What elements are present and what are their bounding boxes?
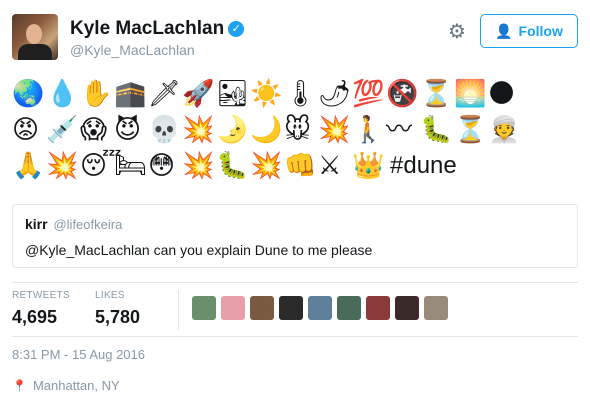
follow-button-label: Follow (518, 23, 563, 39)
likes-stat[interactable]: LIKES 5,780 (95, 290, 140, 328)
author-name-text[interactable]: Kyle MacLachlan (70, 18, 224, 39)
emoji: 🌑 (488, 79, 516, 109)
emoji: 🌙 (250, 115, 283, 145)
emoji: 🐛 (420, 115, 453, 145)
likes-label: LIKES (95, 290, 125, 301)
emoji: 💥 (318, 115, 351, 145)
liker-avatar[interactable] (221, 296, 245, 320)
emoji: 😡 (12, 115, 40, 145)
emoji: 😱 (80, 115, 108, 145)
quoted-tweet-text: @Kyle_MacLachlan can you explain Dune to… (25, 242, 373, 258)
tweet-location[interactable]: 📍 Manhattan, NY (12, 378, 120, 393)
emoji: 👊 (284, 151, 317, 181)
quoted-tweet-user: kirr @lifeofkeira (25, 216, 565, 232)
quoted-tweet-handle: @lifeofkeira (53, 217, 123, 232)
author-name[interactable]: Kyle MacLachlan ✓ (70, 18, 245, 40)
hashtag-link[interactable]: #dune (390, 152, 457, 180)
emoji: 🐭 (284, 115, 312, 145)
emoji: 💯 (352, 79, 385, 109)
emoji: 😳 (148, 151, 176, 181)
emoji: 💉 (46, 115, 79, 145)
gear-icon[interactable]: ⚙ (446, 21, 468, 43)
tweet-text: 🌏 💧 ✋ 🕋 🗡 🚀 🏜 ☀️ 🌡 🌶 💯 🚱 ⏳ 🌅 🌑 😡 💉 😱 😈 💀 💥 🌛 🌙 🐭 💥 🚶 〰 🐛 ⏳ 👳 🙏 💥 😴 🛏 😳 💥 🐛 💥 👊… (12, 76, 582, 184)
emoji: 😈 (114, 115, 142, 145)
follow-button[interactable]: 👤 Follow (480, 14, 578, 48)
stats-divider (178, 290, 179, 330)
emoji: 👑 (352, 151, 385, 181)
divider (12, 282, 578, 283)
emoji: 🚶 (352, 115, 385, 145)
emoji: 🐛 (216, 151, 249, 181)
emoji: ⏳ (420, 79, 453, 109)
emoji: 〰 (386, 115, 413, 145)
emoji: 🌛 (216, 115, 249, 145)
emoji: 🛏 (114, 151, 148, 181)
add-user-icon: 👤 (495, 22, 513, 39)
quoted-tweet-name: kirr (25, 216, 48, 232)
emoji: 🙏 (12, 151, 45, 181)
emoji: 🌡 (284, 79, 318, 109)
liker-avatar[interactable] (337, 296, 361, 320)
emoji: 💥 (46, 151, 79, 181)
emoji-line: 🙏 💥 😴 🛏 😳 💥 🐛 💥 👊 ⚔ 👑 #dune (12, 148, 582, 184)
liker-avatar[interactable] (192, 296, 216, 320)
emoji: ✋ (80, 79, 113, 109)
emoji: ⏳ (454, 115, 487, 145)
emoji: 🗡 (148, 79, 182, 109)
emoji: 🌏 (12, 79, 45, 109)
liker-avatar[interactable] (395, 296, 419, 320)
emoji: 🏜 (216, 79, 250, 109)
quoted-tweet[interactable]: kirr @lifeofkeira @Kyle_MacLachlan can y… (12, 204, 578, 268)
retweets-stat[interactable]: RETWEETS 4,695 (12, 290, 70, 328)
liker-avatar[interactable] (308, 296, 332, 320)
divider (12, 336, 578, 337)
retweets-count: 4,695 (12, 307, 58, 327)
location-text: Manhattan, NY (32, 378, 120, 393)
avatar-face (26, 24, 42, 44)
emoji: 🌅 (454, 79, 487, 109)
tweet-timestamp[interactable]: 8:31 PM - 15 Aug 2016 (12, 347, 145, 362)
emoji: 🚀 (182, 79, 215, 109)
avatar-shirt (18, 44, 52, 60)
emoji-line: 😡 💉 😱 😈 💀 💥 🌛 🌙 🐭 💥 🚶 〰 🐛 ⏳ 👳 (12, 112, 582, 148)
emoji: 😴 (80, 151, 122, 181)
liker-avatar[interactable] (279, 296, 303, 320)
emoji: 🚱 (386, 79, 419, 109)
author-handle[interactable]: @Kyle_MacLachlan (70, 42, 195, 58)
liker-avatar[interactable] (424, 296, 448, 320)
avatar[interactable] (12, 14, 58, 60)
likers-avatars (192, 296, 448, 320)
liker-avatar[interactable] (366, 296, 390, 320)
emoji: 💥 (182, 151, 215, 181)
emoji: 💥 (250, 151, 283, 181)
map-pin-icon: 📍 (12, 379, 27, 393)
emoji: ⚔ (318, 151, 342, 181)
emoji: 💀 (148, 115, 181, 145)
emoji: ☀️ (250, 79, 283, 109)
likes-count: 5,780 (95, 307, 141, 327)
verified-badge-icon: ✓ (228, 21, 245, 37)
emoji-line: 🌏 💧 ✋ 🕋 🗡 🚀 🏜 ☀️ 🌡 🌶 💯 🚱 ⏳ 🌅 🌑 (12, 76, 582, 112)
liker-avatar[interactable] (250, 296, 274, 320)
emoji: 🕋 (114, 79, 147, 109)
emoji: 💧 (46, 79, 79, 109)
emoji: 🌶 (318, 79, 352, 109)
emoji: 👳 (488, 115, 521, 145)
emoji: 💥 (182, 115, 215, 145)
retweets-label: RETWEETS (12, 290, 70, 301)
